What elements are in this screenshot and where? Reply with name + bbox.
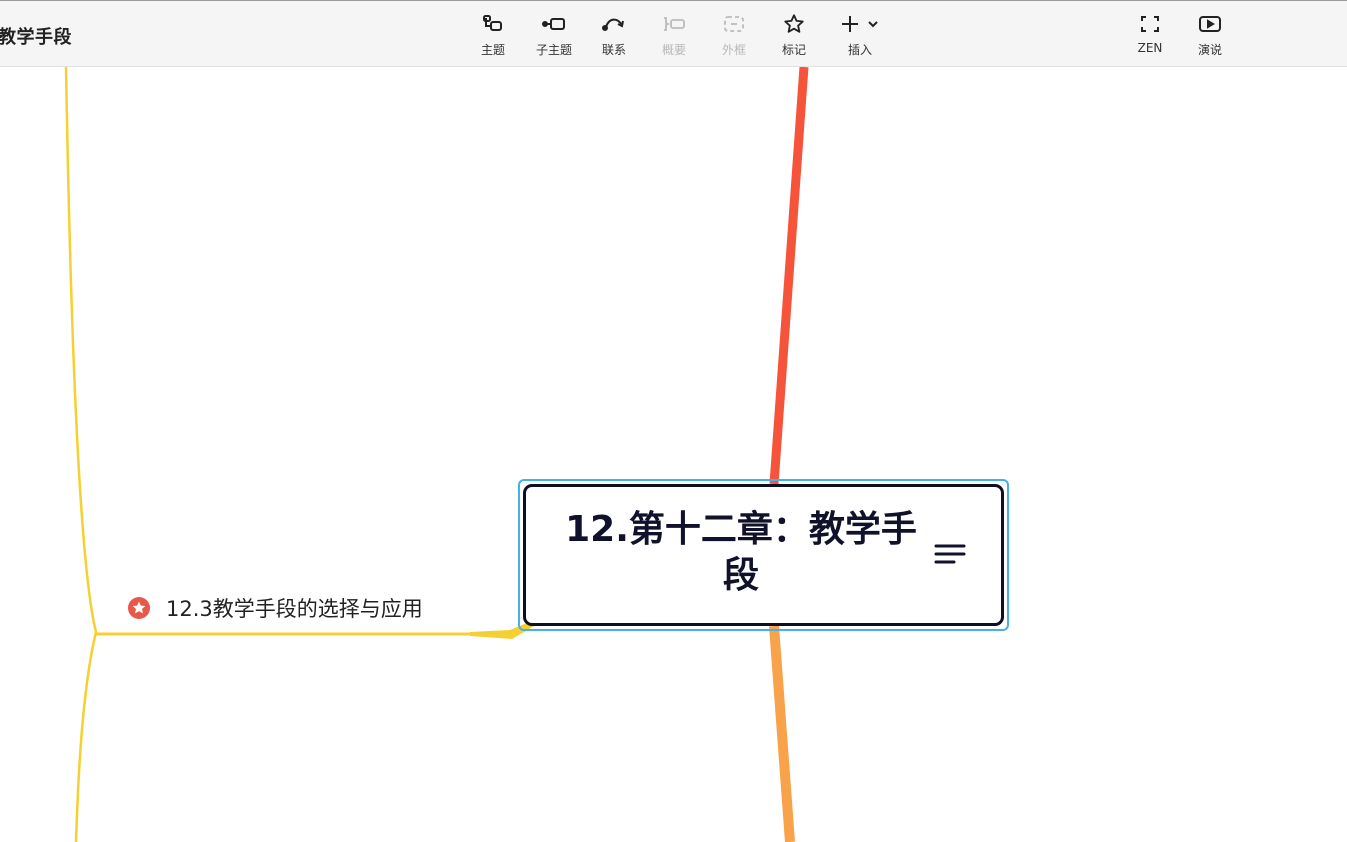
star-marker-icon [128,597,150,619]
central-topic-title: 12.第十二章：教学手段 [565,509,917,596]
zen-button[interactable]: ZEN [1120,12,1180,60]
document-title[interactable]: 教学手段 [0,23,72,49]
relationship-icon [602,12,626,36]
insert-label: 插入 [847,43,872,57]
summary-icon [662,12,686,36]
zen-label: ZEN [1137,41,1163,55]
yellow-branch-line [64,67,98,842]
play-icon [1198,12,1222,36]
subtopic-icon [542,12,566,36]
insert-button[interactable]: 插入 [830,12,890,60]
central-topic-box: 12.第十二章：教学手段 [523,484,1004,626]
orange-branch-line [769,625,795,842]
subtopic-label: 12.3教学手段的选择与应用 [166,597,423,621]
marker-button[interactable]: 标记 [764,12,824,60]
relationship-label: 联系 [601,43,626,57]
red-branch-line [769,67,809,485]
central-topic[interactable]: 12.第十二章：教学手段 [518,479,1009,631]
summary-button[interactable]: 概要 [644,12,704,60]
marker-label: 标记 [781,43,806,57]
boundary-button[interactable]: 外框 [704,12,764,60]
plus-icon [838,12,882,36]
topic-label: 主题 [480,43,505,57]
yellow-branch-connector [96,621,536,636]
presentation-button[interactable]: 演说 [1180,12,1240,60]
subtopic-node[interactable]: 12.3教学手段的选择与应用 [128,594,423,622]
fullscreen-icon [1138,12,1162,36]
subtopic-label: 子主题 [535,43,572,57]
topic-icon [481,12,505,36]
summary-label: 概要 [661,43,686,57]
toolbar: 教学手段 主题 子主题 联系 概要 外框 标记 插入 ZEN 演说 [0,0,1347,67]
subtopic-button[interactable]: 子主题 [524,12,584,60]
relationship-button[interactable]: 联系 [584,12,644,60]
star-icon [782,12,806,36]
notes-icon[interactable] [934,542,966,568]
boundary-label: 外框 [721,43,746,57]
boundary-icon [722,12,746,36]
topic-button[interactable]: 主题 [463,12,523,60]
mindmap-canvas[interactable] [0,67,1347,842]
presentation-label: 演说 [1197,43,1222,57]
